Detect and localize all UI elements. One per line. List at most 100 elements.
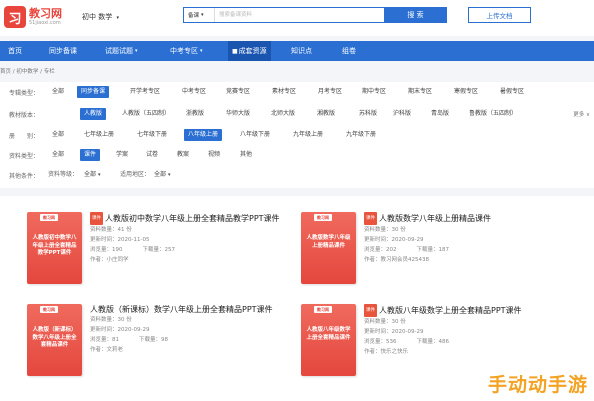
filter-row-edition: 教材版本： 人教版 人教版（五四制） 浙教版 华师大版 北师大版 湘教版 苏科版…: [9, 108, 590, 120]
resource-updated: 更新时间：2020-09-29: [364, 329, 424, 335]
type-badge: 课件: [90, 212, 103, 225]
resource-author: 作者：小庄同学: [90, 257, 129, 263]
resource-updated: 更新时间：2020-09-29: [90, 327, 150, 333]
filter-chip[interactable]: 湘教版: [313, 108, 339, 120]
filter-chip[interactable]: 试卷: [142, 149, 162, 161]
main-nav: 首页 同步备课 试题试题 ▾ 中考专区 ▾ ■ 成套资源 知识点 组卷: [0, 41, 594, 61]
resource-author: 作者：快乐之快乐: [364, 349, 409, 355]
chevron-down-icon: ▾: [200, 48, 203, 54]
resource-views: 浏览量：190: [90, 247, 123, 253]
upload-button[interactable]: 上传文档: [468, 7, 531, 23]
resource-title[interactable]: 人教版（新课标）数学八年级上册全套精品PPT课件: [90, 304, 300, 315]
search-type-label: 备课: [188, 13, 200, 19]
logo[interactable]: 习 教习网 51jiaoxi.com: [4, 6, 62, 28]
filter-chip[interactable]: 开学考专区: [126, 86, 164, 98]
filter-chip[interactable]: 其他: [236, 149, 256, 161]
filter-chip[interactable]: 素材专区: [268, 86, 300, 98]
resource-count: 资料数量：30 份: [364, 319, 406, 325]
filter-chip[interactable]: 九年级下册: [342, 129, 380, 141]
resource-count: 资料数量：30 份: [90, 317, 132, 323]
filter-chip[interactable]: 七年级上册: [80, 129, 118, 141]
level-select[interactable]: 全部 ▾: [80, 169, 105, 181]
logo-title: 教习网: [29, 6, 62, 20]
grade-select[interactable]: 初中 数学 ▾: [82, 12, 119, 22]
logo-subtitle: 51jiaoxi.com: [29, 19, 61, 26]
nav-item-home[interactable]: 首页: [8, 41, 22, 61]
filter-chip[interactable]: 人教版（五四制）: [118, 108, 174, 120]
more-toggle[interactable]: 更多 ∨: [573, 110, 590, 118]
grid-icon: ■: [232, 47, 238, 55]
filter-chip[interactable]: 北师大版: [267, 108, 299, 120]
filter-chip[interactable]: 同步备课: [77, 86, 110, 98]
type-badge: 课件: [364, 304, 377, 317]
search-type-select[interactable]: 备课 ▾: [184, 8, 215, 22]
nav-item-exams[interactable]: 试题试题 ▾: [105, 41, 138, 61]
filter-chip[interactable]: 浙教版: [182, 108, 208, 120]
breadcrumb-subject[interactable]: 初中数学: [16, 69, 38, 75]
breadcrumb-current: 专栏: [43, 69, 55, 75]
filter-chip[interactable]: 全部: [48, 149, 68, 161]
chevron-down-icon: ▾: [168, 172, 171, 178]
resource-thumbnail[interactable]: 教习网 人教版初中数学八年级上册全套精品教学PPT课件: [27, 212, 82, 284]
nav-item-zhongkao[interactable]: 中考专区 ▾: [170, 41, 203, 61]
type-badge: 课件: [364, 212, 377, 225]
breadcrumb: 首页 / 初中数学 / 专栏: [0, 69, 55, 75]
breadcrumb-home[interactable]: 首页: [0, 69, 11, 75]
filter-chip[interactable]: 月考专区: [314, 86, 346, 98]
filter-chip[interactable]: 人教版: [80, 108, 107, 120]
filter-chip[interactable]: 全部: [48, 129, 68, 141]
page: 习 教习网 51jiaoxi.com 初中 数学 ▾ 备课 ▾ 搜 索 上传文档…: [0, 0, 594, 401]
filter-panel: 专辑类型： 全部 同步备课 开学考专区 中考专区 竞赛专区 素材专区 月考专区 …: [0, 82, 594, 188]
search-box: 备课 ▾: [183, 7, 414, 23]
resource-title[interactable]: 课件 人教版初中数学八年级上册全套精品教学PPT课件: [90, 212, 300, 225]
resource-card[interactable]: 教习网 人教版数学八年级上册精品课件 课件 人教版数学八年级上册精品课件 资料数量…: [301, 212, 571, 300]
region-select[interactable]: 全部 ▾: [150, 169, 175, 181]
filter-chip[interactable]: 沪科版: [389, 108, 415, 120]
filter-chip[interactable]: 竞赛专区: [222, 86, 254, 98]
filter-chip[interactable]: 期末专区: [404, 86, 436, 98]
filter-chip[interactable]: 期中专区: [358, 86, 390, 98]
filter-row-doctype: 资料类型： 全部 课件 学案 试卷 教案 视频 其他: [0, 148, 594, 162]
logo-icon: 教习网: [314, 214, 332, 221]
filter-chip[interactable]: 七年级下册: [133, 129, 171, 141]
search-button[interactable]: 搜 索: [384, 7, 447, 23]
filter-chip[interactable]: 八年级上册: [184, 129, 223, 141]
resource-updated: 更新时间：2020-11-05: [90, 237, 150, 243]
nav-item-sync[interactable]: 同步备课: [49, 41, 77, 61]
filter-chip[interactable]: 苏科版: [355, 108, 381, 120]
resource-thumbnail[interactable]: 教习网 人教版数学八年级上册精品课件: [301, 212, 356, 284]
resource-card[interactable]: 教习网 人教版初中数学八年级上册全套精品教学PPT课件 课件 人教版初中数学八年级…: [27, 212, 297, 300]
chevron-down-icon: ▾: [135, 48, 138, 54]
resource-updated: 更新时间：2020-09-29: [364, 237, 424, 243]
nav-item-knowledge[interactable]: 知识点: [291, 41, 312, 61]
resource-downloads: 下载量：486: [416, 339, 450, 345]
watermark: 手动动手游: [487, 374, 588, 396]
filter-chip[interactable]: 视频: [204, 149, 224, 161]
nav-item-compose[interactable]: 组卷: [342, 41, 356, 61]
filter-chip[interactable]: 九年级上册: [289, 129, 327, 141]
resource-thumbnail[interactable]: 教习网 人教版八年级数学上册全套精品课件: [301, 304, 356, 376]
resource-title[interactable]: 课件 人教版数学八年级上册精品课件: [364, 212, 574, 225]
resource-downloads: 下载量：257: [142, 247, 176, 253]
filter-chip[interactable]: 中考专区: [178, 86, 210, 98]
resource-card[interactable]: 教习网 人教版（新课标）数学八年级上册全套精品课件 人教版（新课标）数学八年级上…: [27, 304, 297, 392]
resource-downloads: 下载量：98: [139, 337, 168, 343]
filter-row-type: 专辑类型： 全部 同步备课 开学考专区 中考专区 竞赛专区 素材专区 月考专区 …: [0, 85, 594, 99]
filter-chip[interactable]: 全部: [48, 86, 68, 98]
filter-chip[interactable]: 学案: [112, 149, 132, 161]
filter-chip[interactable]: 暑假专区: [496, 86, 528, 98]
logo-icon: 教习网: [314, 306, 332, 313]
filter-chip[interactable]: 课件: [80, 149, 101, 161]
resource-downloads: 下载量：187: [416, 247, 450, 253]
resource-thumbnail[interactable]: 教习网 人教版（新课标）数学八年级上册全套精品课件: [27, 304, 82, 376]
resource-title[interactable]: 课件 人教版八年级数学上册全套精品PPT课件: [364, 304, 574, 317]
filter-chip[interactable]: 教案: [173, 149, 193, 161]
filter-chip[interactable]: 八年级下册: [236, 129, 274, 141]
header: 习 教习网 51jiaoxi.com 初中 数学 ▾ 备课 ▾ 搜 索 上传文档: [0, 0, 594, 36]
filter-chip[interactable]: 华师大版: [222, 108, 254, 120]
nav-item-sets[interactable]: ■ 成套资源: [228, 41, 271, 61]
filter-chip[interactable]: 青岛版: [427, 108, 453, 120]
filter-chip[interactable]: 寒假专区: [450, 86, 482, 98]
resource-views: 浏览量：81: [90, 337, 119, 343]
filter-chip[interactable]: 鲁教版（五四制）: [465, 108, 521, 120]
